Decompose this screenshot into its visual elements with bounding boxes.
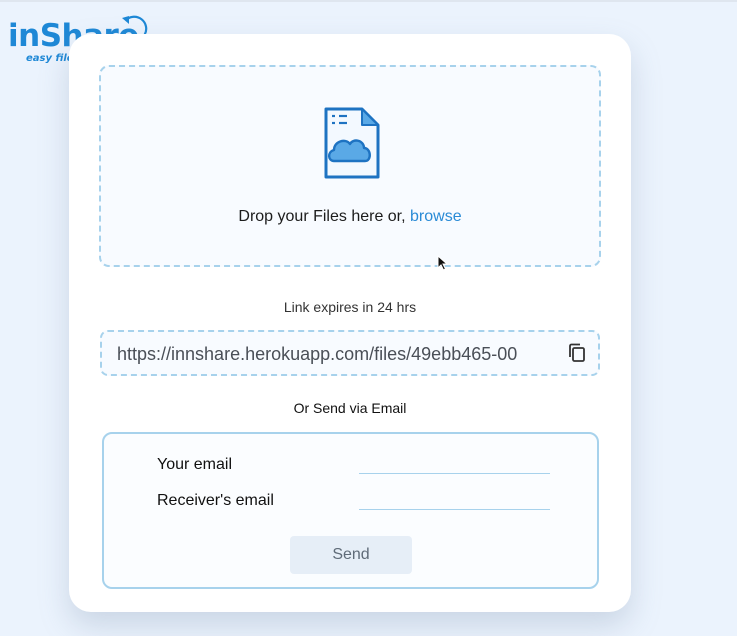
drop-instructions: Drop your Files here or, browse xyxy=(101,208,599,226)
receiver-email-input[interactable] xyxy=(359,490,550,510)
file-cloud-icon xyxy=(324,107,380,179)
share-link-box xyxy=(100,330,600,376)
sender-email-input[interactable] xyxy=(359,454,550,474)
share-link-input[interactable] xyxy=(117,342,565,366)
sender-email-label: Your email xyxy=(157,456,233,473)
email-form: Your email Receiver's email Send xyxy=(102,432,599,589)
email-section-heading: Or Send via Email xyxy=(293,400,407,416)
top-divider xyxy=(0,0,737,2)
copy-icon[interactable] xyxy=(568,343,586,363)
link-expiry-text: Link expires in 24 hrs xyxy=(283,299,417,315)
file-drop-zone[interactable]: Drop your Files here or, browse xyxy=(99,65,601,267)
send-button[interactable]: Send xyxy=(290,536,412,574)
receiver-email-label: Receiver's email xyxy=(157,492,274,509)
mouse-cursor-icon xyxy=(437,255,449,271)
drop-prompt: Drop your Files here or, xyxy=(238,208,411,225)
browse-link[interactable]: browse xyxy=(410,208,462,225)
share-card: Drop your Files here or, browse Link exp… xyxy=(69,34,631,612)
